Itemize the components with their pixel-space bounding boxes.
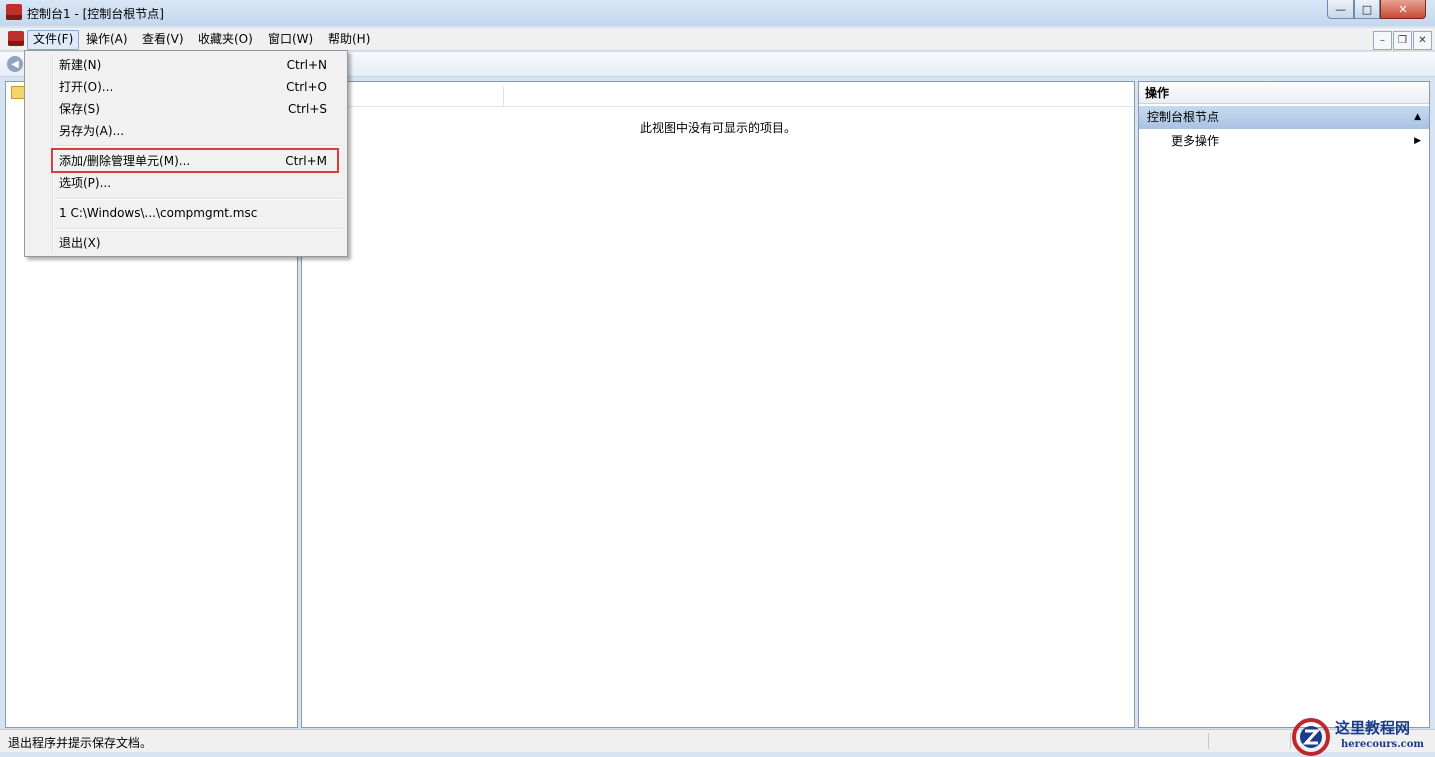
menu-item-options[interactable]: 选项(P)...: [25, 172, 347, 194]
highlight-annotation-box: [51, 148, 339, 173]
status-divider: [1208, 733, 1209, 749]
status-bar: 退出程序并提示保存文档。: [0, 729, 1435, 752]
menu-item-recent-file[interactable]: 1 C:\Windows\...\compmgmt.msc: [25, 202, 347, 224]
menu-item-exit[interactable]: 退出(X): [25, 232, 347, 254]
collapse-caret-icon[interactable]: ▲: [1414, 106, 1421, 129]
menu-item-shortcut: Ctrl+O: [286, 80, 327, 94]
more-actions-label: 更多操作: [1171, 134, 1220, 148]
menu-action[interactable]: 操作(A): [81, 30, 133, 48]
menu-file[interactable]: 文件(F): [27, 30, 80, 50]
more-actions-item[interactable]: 更多操作 ▶: [1139, 130, 1429, 152]
column-header[interactable]: [302, 86, 1134, 107]
minimize-button[interactable]: —: [1327, 0, 1354, 19]
watermark: 这里教程网 herecours.com: [1288, 715, 1435, 757]
submenu-arrow-icon: ▶: [1414, 136, 1421, 146]
menu-window[interactable]: 窗口(W): [263, 30, 318, 48]
menu-item-new[interactable]: 新建(N) Ctrl+N: [25, 54, 347, 76]
menu-view[interactable]: 查看(V): [137, 30, 189, 48]
menu-help[interactable]: 帮助(H): [323, 30, 375, 48]
title-bar: 控制台1 - [控制台根节点] — □ ✕: [0, 0, 1435, 26]
menu-separator: [55, 228, 343, 230]
menu-item-label: 保存(S): [59, 102, 100, 116]
watermark-logo-icon: [1292, 718, 1330, 756]
results-pane[interactable]: 此视图中没有可显示的项目。: [301, 81, 1135, 728]
menu-item-label: 另存为(A)...: [59, 124, 125, 138]
actions-section-label: 控制台根节点: [1147, 110, 1220, 124]
menu-separator: [55, 198, 343, 200]
menu-bar: 文件(F) 操作(A) 查看(V) 收藏夹(O) 窗口(W) 帮助(H): [0, 28, 1435, 51]
menu-item-save-as[interactable]: 另存为(A)...: [25, 120, 347, 142]
watermark-subtitle: herecours.com: [1341, 739, 1425, 750]
menu-item-open[interactable]: 打开(O)... Ctrl+O: [25, 76, 347, 98]
actions-pane: 操作 控制台根节点 ▲ 更多操作 ▶: [1138, 81, 1430, 728]
mdi-window-controls: – ❐ ✕: [1373, 31, 1432, 50]
menu-item-shortcut: Ctrl+S: [287, 102, 327, 116]
mdi-minimize-button[interactable]: –: [1373, 31, 1392, 50]
window-controls: — □ ✕: [1327, 0, 1426, 19]
actions-header: 操作: [1139, 82, 1429, 104]
menu-item-label: 退出(X): [59, 236, 101, 250]
maximize-button[interactable]: □: [1354, 0, 1380, 19]
watermark-title: 这里教程网: [1335, 719, 1411, 737]
close-button[interactable]: ✕: [1380, 0, 1426, 19]
menu-item-label: 1 C:\Windows\...\compmgmt.msc: [59, 206, 258, 220]
empty-view-message: 此视图中没有可显示的项目。: [639, 121, 796, 135]
menu-item-label: 打开(O)...: [59, 80, 114, 94]
file-menu-dropdown: 新建(N) Ctrl+N 打开(O)... Ctrl+O 保存(S) Ctrl+…: [24, 50, 348, 257]
column-separator[interactable]: [503, 86, 504, 106]
status-text: 退出程序并提示保存文档。: [8, 736, 153, 750]
menu-separator: [55, 145, 343, 147]
menu-favorites[interactable]: 收藏夹(O): [193, 30, 258, 48]
mmc-app-icon[interactable]: [6, 4, 22, 20]
mdi-system-icon[interactable]: [8, 31, 24, 46]
mdi-restore-button[interactable]: ❐: [1393, 31, 1412, 50]
menu-item-save[interactable]: 保存(S) Ctrl+S: [25, 98, 347, 120]
menu-item-label: 新建(N): [59, 58, 102, 72]
window-title: 控制台1 - [控制台根节点]: [27, 7, 164, 21]
mdi-close-button[interactable]: ✕: [1413, 31, 1432, 50]
actions-section-root[interactable]: 控制台根节点 ▲: [1139, 106, 1429, 129]
back-arrow-icon[interactable]: ◀: [7, 56, 23, 72]
menu-item-shortcut: Ctrl+N: [286, 58, 327, 72]
menu-item-label: 选项(P)...: [59, 176, 112, 190]
